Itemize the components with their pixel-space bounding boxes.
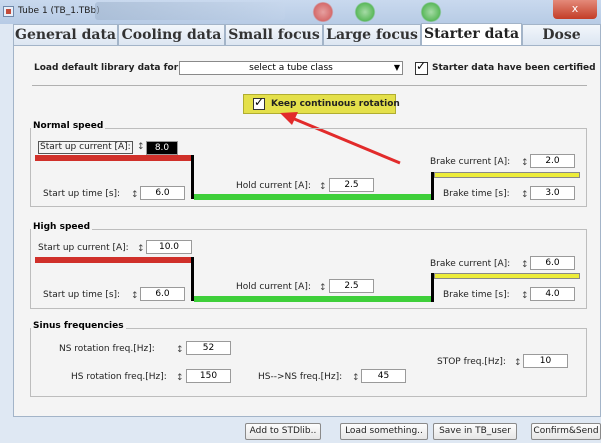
window-title: Tube 1 (TB_1.TBb): [18, 6, 100, 16]
spinner-icon[interactable]: ↕: [521, 190, 529, 200]
certified-checkbox[interactable]: ✓: [415, 59, 428, 75]
ns-hold-current-field[interactable]: 2.5: [329, 178, 374, 192]
hs-brake-time-field[interactable]: 4.0: [530, 287, 575, 301]
hs-hold-current-label: Hold current [A]:: [236, 282, 311, 292]
hs-ns-freq-label: HS-->NS freq.[Hz]:: [258, 372, 343, 382]
hs-start-time-label: Start up time [s]:: [43, 290, 121, 300]
hs-rotation-label: HS rotation freq.[Hz]:: [71, 372, 167, 382]
spinner-icon[interactable]: ↕: [319, 283, 327, 293]
checkmark-icon: ✓: [416, 59, 427, 73]
tab-cooling-data[interactable]: Cooling data: [118, 24, 225, 46]
ns-start-current-label: Start up current [A]:: [38, 141, 133, 154]
spinner-icon[interactable]: ↕: [131, 190, 139, 200]
spinner-icon[interactable]: ↕: [521, 291, 529, 301]
ns-hold-current-label: Hold current [A]:: [236, 181, 311, 191]
ns-brake-current-label: Brake current [A]:: [430, 157, 511, 167]
certified-label: Starter data have been certified: [432, 63, 596, 73]
normal-speed-title: Normal speed: [31, 121, 106, 131]
ns-rotation-field[interactable]: 52: [186, 341, 231, 355]
ns-brake-current-field[interactable]: 2.0: [530, 154, 575, 168]
spinner-icon[interactable]: ↕: [176, 373, 184, 383]
stop-freq-field[interactable]: 10: [523, 354, 568, 368]
ns-brake-time-field[interactable]: 3.0: [530, 186, 575, 200]
title-bar: Tube 1 (TB_1.TBb) x: [0, 0, 601, 24]
hs-ns-freq-field[interactable]: 45: [361, 369, 406, 383]
save-tb-user-button[interactable]: Save in TB_user: [433, 423, 517, 440]
hs-brake-current-field[interactable]: 6.0: [530, 256, 575, 270]
high-speed-title: High speed: [31, 222, 93, 232]
spinner-icon[interactable]: ↕: [521, 260, 529, 270]
ns-start-time-field[interactable]: 6.0: [140, 186, 185, 200]
ns-rotation-label: NS rotation freq.[Hz]:: [59, 344, 155, 354]
hs-start-bar: [35, 257, 192, 263]
hs-hold-bar: [194, 296, 432, 302]
load-library-label: Load default library data for: [34, 63, 179, 73]
blurred-green-icon: [354, 2, 376, 22]
checkmark-icon: ✓: [254, 95, 265, 109]
close-icon[interactable]: x: [553, 0, 597, 19]
ns-brake-time-label: Brake time [s]:: [443, 189, 510, 199]
hs-start-current-label: Start up current [A]:: [38, 243, 129, 253]
spinner-icon[interactable]: ↕: [521, 158, 529, 168]
ns-brake-bar: [434, 172, 580, 178]
confirm-send-button[interactable]: Confirm&Send: [531, 423, 601, 440]
stop-freq-label: STOP freq.[Hz]:: [437, 357, 506, 367]
hs-start-current-field[interactable]: 10.0: [146, 240, 192, 254]
tab-general-data[interactable]: General data: [13, 24, 118, 46]
tab-bar: General data Cooling data Small focus La…: [13, 23, 601, 64]
sinus-title: Sinus frequencies: [31, 321, 126, 331]
spinner-icon[interactable]: ↕: [131, 291, 139, 301]
tab-dose-data[interactable]: Dose data: [522, 24, 601, 64]
separator: [32, 85, 587, 86]
spinner-icon[interactable]: ↕: [514, 358, 522, 368]
hs-hold-current-field[interactable]: 2.5: [329, 279, 374, 293]
tab-large-focus[interactable]: Large focus: [323, 24, 421, 46]
spinner-icon[interactable]: ↕: [137, 142, 145, 152]
ns-start-drop: [191, 155, 194, 199]
spinner-icon[interactable]: ↕: [176, 345, 184, 355]
add-stdlib-button[interactable]: Add to STDlib..: [245, 423, 321, 440]
ns-start-bar: [35, 155, 192, 161]
hs-brake-time-label: Brake time [s]:: [443, 290, 510, 300]
hs-start-drop: [191, 257, 194, 301]
blurred-green-icon-2: [420, 2, 442, 22]
tube-class-select[interactable]: select a tube class ▼: [179, 61, 403, 75]
chevron-down-icon: ▼: [393, 63, 400, 72]
blurred-red-icon: [312, 2, 334, 22]
spinner-icon[interactable]: ↕: [137, 244, 145, 254]
spinner-icon[interactable]: ↕: [319, 182, 327, 192]
hs-brake-bar: [434, 273, 580, 279]
ns-start-time-label: Start up time [s]:: [43, 189, 121, 199]
spinner-icon[interactable]: ↕: [352, 373, 360, 383]
keep-rotation-checkbox[interactable]: ✓: [253, 95, 265, 110]
load-something-button[interactable]: Load something..: [340, 423, 428, 440]
tab-starter-data[interactable]: Starter data: [421, 23, 522, 47]
tab-small-focus[interactable]: Small focus: [225, 24, 323, 46]
app-icon: [3, 6, 14, 17]
blurred-title-area: [95, 2, 285, 20]
ns-hold-bar: [194, 194, 432, 200]
tube-class-select-value: select a tube class: [249, 63, 333, 73]
hs-rotation-field[interactable]: 150: [186, 369, 231, 383]
hs-brake-current-label: Brake current [A]:: [430, 259, 511, 269]
ns-start-current-field[interactable]: 8.0: [146, 141, 178, 155]
hs-start-time-field[interactable]: 6.0: [140, 287, 185, 301]
